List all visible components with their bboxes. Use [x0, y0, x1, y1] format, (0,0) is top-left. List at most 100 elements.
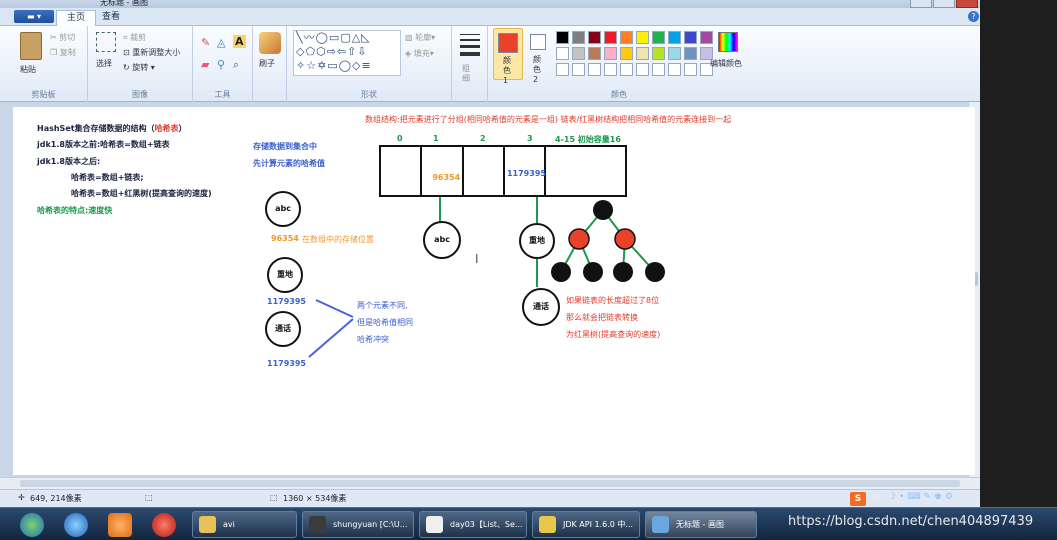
resize-button[interactable]: ⊡ 重新调整大小: [123, 47, 180, 58]
text-tool-icon[interactable]: A: [233, 35, 246, 48]
palette-swatch[interactable]: [604, 47, 617, 60]
text-editor-icon: [426, 516, 443, 533]
ime-mode[interactable]: 中: [872, 492, 881, 505]
palette-swatch[interactable]: [588, 31, 601, 44]
color1-label: 颜色 1: [503, 56, 511, 85]
drawing-canvas[interactable]: HashSet集合存储数据的结构（哈希表） jdk1.8版本之前:哈希表=数组+…: [13, 107, 975, 475]
taskbar-item-paint[interactable]: 无标题 - 画图: [645, 511, 757, 538]
palette-empty-swatch[interactable]: [572, 63, 585, 76]
select-icon[interactable]: [96, 32, 116, 52]
vlc-icon[interactable]: [108, 513, 132, 537]
taskbar-item-jdk-api[interactable]: JDK API 1.6.0 中...: [532, 511, 640, 538]
tab-view[interactable]: 查看: [92, 10, 130, 27]
selection-size-icon: ⬚: [145, 493, 153, 502]
palette-swatch[interactable]: [652, 47, 665, 60]
app-menu-button[interactable]: ▬ ▾: [14, 10, 54, 23]
ime-icon[interactable]: S: [850, 492, 866, 506]
palette-swatch[interactable]: [572, 31, 585, 44]
paste-button[interactable]: 粘贴: [20, 64, 36, 75]
magnifier-icon[interactable]: ⌕: [233, 58, 239, 72]
taskbar-item-avi[interactable]: avi: [192, 511, 297, 538]
cut-button[interactable]: ✂ 剪切: [50, 32, 75, 43]
palette-swatch[interactable]: [652, 31, 665, 44]
shapes-group-label: 形状: [361, 90, 377, 99]
color1-selector[interactable]: 颜色 1: [493, 28, 523, 85]
paint-icon: [652, 516, 669, 533]
taskbar-item-editor[interactable]: day03【List、Se...: [419, 511, 527, 538]
horizontal-scrollbar[interactable]: [0, 477, 980, 489]
color2-label: 颜色 2: [533, 55, 541, 84]
recorder-icon[interactable]: [152, 513, 176, 537]
brush-icon[interactable]: [259, 32, 281, 54]
size-button[interactable]: 粗细: [462, 64, 472, 84]
rotate-button[interactable]: ↻ 旋转 ▾: [123, 62, 155, 73]
image-group: 选择 ⌗ 裁剪 ⊡ 重新调整大小 ↻ 旋转 ▾ 图像: [88, 26, 193, 102]
taskbar-item-avi-label: avi: [223, 520, 235, 529]
palette-empty-swatch[interactable]: [556, 63, 569, 76]
taskbar-item-editor-label: day03【List、Se...: [450, 520, 523, 529]
shapes-gallery[interactable]: ╲〰◯▭▢△◺ ◇⬠⬡⇨⇦⇧⇩ ✧☆✡▭◯◇≡: [293, 30, 401, 76]
crop-button[interactable]: ⌗ 裁剪: [123, 32, 146, 43]
palette-swatch[interactable]: [572, 47, 585, 60]
tree-leaf-1: [551, 262, 571, 282]
palette-swatch[interactable]: [700, 31, 713, 44]
eraser-icon[interactable]: ▰: [201, 58, 209, 71]
cut-label: 剪切: [59, 33, 76, 42]
text-cursor-icon: I: [475, 252, 479, 266]
size-line-3: [460, 45, 480, 48]
color-picker-icon[interactable]: ⚲: [217, 58, 225, 71]
tree-leaf-3: [613, 262, 633, 282]
palette-empty-swatch[interactable]: [604, 63, 617, 76]
palette-swatch[interactable]: [588, 47, 601, 60]
palette-empty-swatch[interactable]: [684, 63, 697, 76]
color2-selector[interactable]: 颜色 2: [526, 28, 552, 84]
rbtree-note-2: 那么就会把链表转换: [566, 313, 638, 322]
pencil-icon[interactable]: ✎: [201, 36, 210, 49]
copy-button[interactable]: ❐ 复制: [50, 47, 76, 58]
palette-empty-swatch[interactable]: [588, 63, 601, 76]
palette-swatch[interactable]: [604, 31, 617, 44]
maximize-button[interactable]: [933, 0, 955, 8]
rbtree-note-3: 为红黑树(提高查询的速度): [566, 330, 661, 339]
taskbar-item-ide[interactable]: shungyuan [C:\U...: [302, 511, 414, 538]
palette-swatch[interactable]: [684, 47, 697, 60]
edit-colors-icon[interactable]: [718, 32, 738, 52]
palette-swatch[interactable]: [620, 31, 633, 44]
palette-empty-swatch[interactable]: [668, 63, 681, 76]
close-button[interactable]: [956, 0, 978, 8]
canvas-size: 1360 × 534像素: [283, 494, 347, 503]
tab-home[interactable]: 主页: [56, 10, 97, 27]
desktop-edge: [980, 0, 1057, 507]
minimize-button[interactable]: [910, 0, 932, 8]
palette-swatch[interactable]: [620, 47, 633, 60]
size-line-1: [460, 34, 480, 35]
outline-button[interactable]: ▨ 轮廓▾: [405, 32, 435, 43]
palette-empty-swatch[interactable]: [636, 63, 649, 76]
palette-swatch[interactable]: [636, 47, 649, 60]
cursor-position-icon: ✛: [18, 493, 25, 502]
palette-swatch[interactable]: [556, 31, 569, 44]
ie-icon[interactable]: [64, 513, 88, 537]
palette-swatch[interactable]: [668, 47, 681, 60]
fill-icon[interactable]: ◬: [217, 36, 225, 49]
edit-colors-button[interactable]: 编辑颜色: [710, 58, 742, 69]
image-group-label: 图像: [132, 90, 148, 99]
start-button[interactable]: [20, 513, 44, 537]
chain-tonghua: 通话: [522, 288, 560, 326]
tray-icons[interactable]: ☽•⌨✎♚⚙: [888, 492, 956, 502]
palette-empty-swatch[interactable]: [652, 63, 665, 76]
palette-empty-swatch[interactable]: [620, 63, 633, 76]
fill-button[interactable]: ◈ 填充▾: [405, 48, 434, 59]
hscroll-thumb[interactable]: [20, 480, 960, 487]
palette-swatch[interactable]: [636, 31, 649, 44]
select-button[interactable]: 选择: [96, 58, 112, 69]
paste-icon[interactable]: [20, 32, 42, 60]
palette-swatch[interactable]: [684, 31, 697, 44]
palette-swatch[interactable]: [556, 47, 569, 60]
brushes-button[interactable]: 刷子: [259, 58, 275, 69]
palette-swatch[interactable]: [668, 31, 681, 44]
rbtree-note-1: 如果链表的长度超过了8位: [566, 296, 660, 305]
conflict-brace-top: [315, 299, 354, 318]
help-icon[interactable]: ?: [968, 11, 979, 22]
help-doc-icon: [539, 516, 556, 533]
